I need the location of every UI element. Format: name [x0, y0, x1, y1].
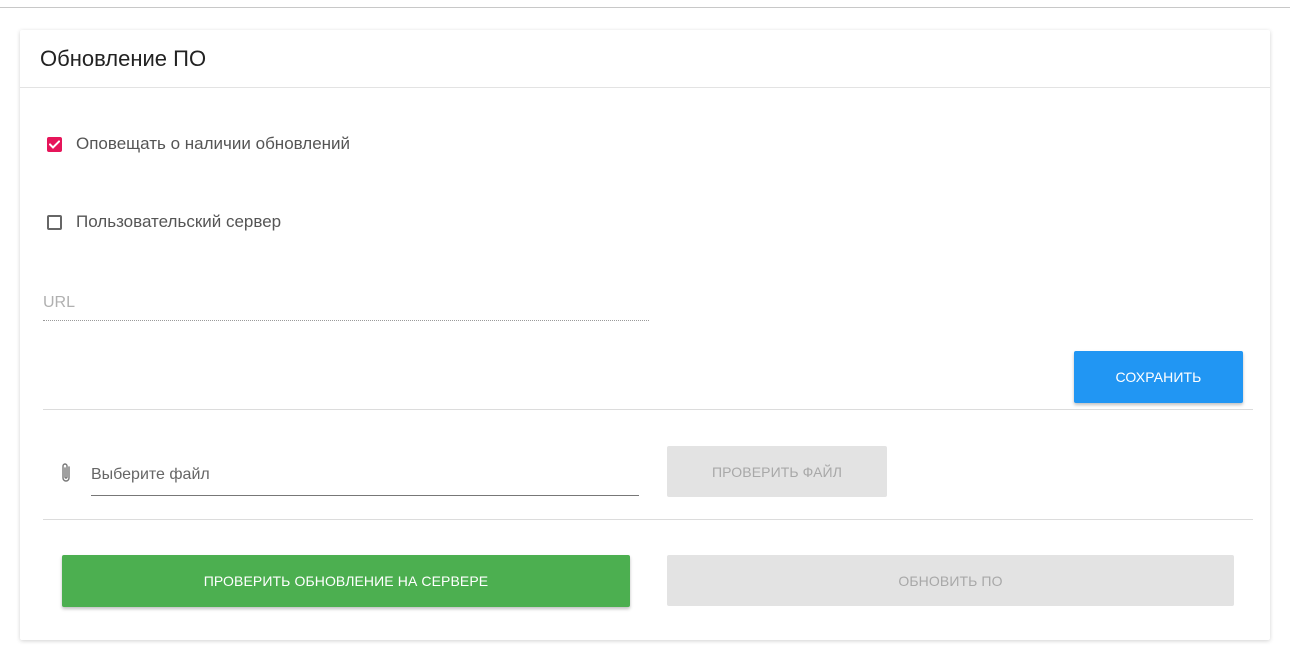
update-firmware-button[interactable]: ОБНОВИТЬ ПО [667, 555, 1234, 606]
firmware-update-card: Обновление ПО Оповещать о наличии обновл… [20, 30, 1270, 640]
card-header: Обновление ПО [20, 30, 1270, 88]
custom-server-option[interactable]: Пользовательский сервер [47, 212, 281, 232]
choose-file-input[interactable]: Выберите файл [91, 455, 639, 496]
notify-updates-checkbox[interactable] [47, 136, 62, 152]
top-divider [0, 7, 1290, 8]
checkmark-icon [49, 139, 60, 149]
file-picker: Выберите файл [58, 455, 639, 497]
save-button[interactable]: СОХРАНИТЬ [1074, 351, 1243, 403]
section-divider [43, 409, 1253, 410]
check-server-update-button[interactable]: ПРОВЕРИТЬ ОБНОВЛЕНИЕ НА СЕРВЕРЕ [62, 555, 630, 607]
paperclip-icon [62, 463, 70, 482]
check-file-button[interactable]: ПРОВЕРИТЬ ФАЙЛ [667, 446, 887, 497]
card-title: Обновление ПО [40, 45, 207, 71]
custom-server-label: Пользовательский сервер [76, 212, 282, 231]
notify-updates-label: Оповещать о наличии обновлений [76, 134, 351, 153]
section-divider [43, 519, 1253, 520]
url-field-wrapper [43, 285, 649, 325]
custom-server-checkbox[interactable] [47, 214, 62, 230]
url-input[interactable] [43, 285, 649, 321]
notify-updates-option[interactable]: Оповещать о наличии обновлений [47, 134, 350, 154]
